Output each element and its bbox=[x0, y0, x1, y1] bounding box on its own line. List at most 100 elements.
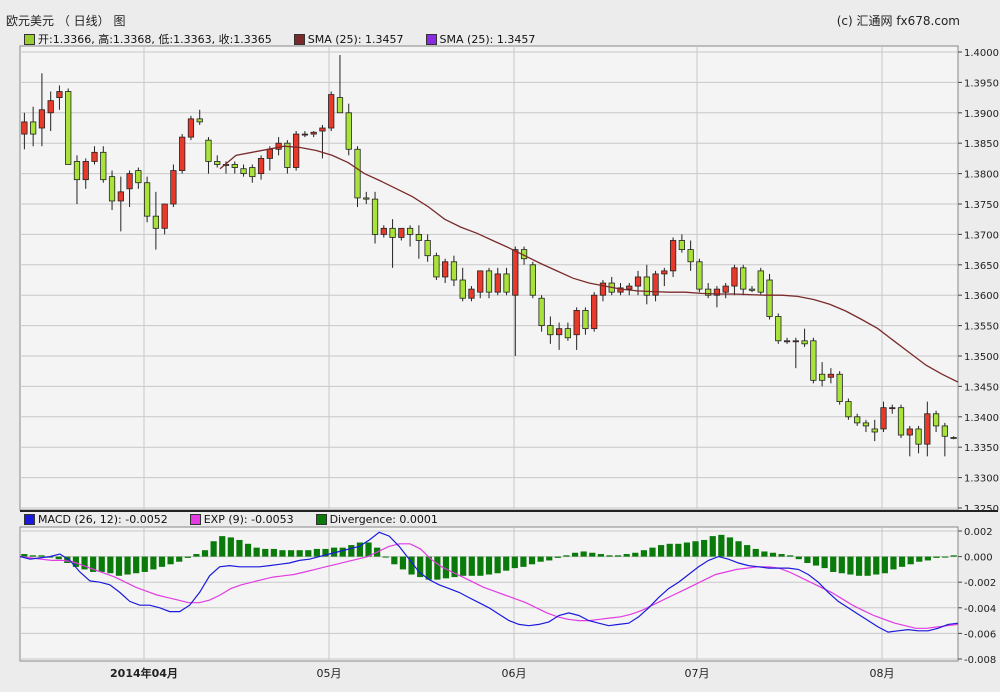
candle bbox=[108, 176, 116, 202]
macd-y-tick-label: -0.002 bbox=[964, 578, 996, 589]
candle bbox=[669, 240, 677, 272]
histogram-bar bbox=[141, 556, 148, 572]
histogram-bar bbox=[787, 555, 794, 557]
candle bbox=[47, 100, 54, 114]
histogram-bar bbox=[468, 556, 475, 576]
histogram-bar bbox=[485, 556, 493, 575]
histogram-bar bbox=[563, 555, 570, 557]
x-tick-label: 05月 bbox=[317, 667, 342, 680]
candle bbox=[740, 267, 747, 290]
histogram-bar bbox=[150, 556, 157, 570]
candle bbox=[827, 373, 835, 378]
candle bbox=[21, 121, 28, 135]
y-tick-label: 1.3650 bbox=[964, 261, 999, 272]
histogram-bar bbox=[675, 543, 682, 557]
x-tick-label: 06月 bbox=[502, 667, 527, 680]
candle bbox=[319, 127, 326, 132]
candle bbox=[477, 270, 484, 293]
histogram-bar bbox=[253, 547, 260, 557]
candle bbox=[187, 118, 195, 138]
histogram-bar bbox=[821, 556, 828, 569]
histogram-bar bbox=[399, 556, 407, 570]
histogram-bar bbox=[193, 554, 200, 557]
histogram-bar bbox=[201, 550, 209, 557]
candle bbox=[266, 148, 273, 159]
candle bbox=[257, 157, 265, 174]
y-tick-label: 1.3350 bbox=[964, 443, 999, 454]
histogram-bar bbox=[847, 556, 854, 575]
y-tick-label: 1.3400 bbox=[964, 413, 999, 424]
candle bbox=[91, 151, 98, 162]
candle bbox=[100, 151, 107, 181]
histogram-bar bbox=[296, 550, 303, 557]
histogram-bar bbox=[115, 556, 123, 576]
candle bbox=[406, 227, 414, 235]
candle bbox=[389, 227, 396, 238]
histogram-bar bbox=[348, 545, 355, 557]
candle bbox=[854, 416, 861, 424]
candle bbox=[38, 109, 46, 129]
candle bbox=[731, 267, 738, 287]
histogram-bar bbox=[244, 543, 252, 557]
histogram-bar bbox=[726, 537, 734, 557]
histogram-bar bbox=[735, 541, 742, 557]
histogram-bar bbox=[176, 556, 183, 562]
histogram-bar bbox=[795, 556, 802, 560]
histogram-bar bbox=[804, 556, 811, 563]
histogram-bar bbox=[580, 551, 587, 557]
histogram-bar bbox=[898, 556, 906, 567]
candle bbox=[196, 118, 203, 123]
candle bbox=[836, 373, 843, 402]
candle bbox=[634, 276, 642, 287]
histogram-bar bbox=[632, 552, 639, 557]
candle bbox=[564, 328, 572, 339]
macd-y-tick-label: 0.002 bbox=[964, 527, 993, 538]
candle bbox=[240, 168, 247, 174]
histogram-bar bbox=[614, 555, 622, 557]
histogram-bar bbox=[752, 548, 759, 557]
candle bbox=[152, 215, 159, 229]
y-tick-label: 1.3250 bbox=[964, 504, 999, 515]
candle bbox=[591, 294, 598, 330]
candle bbox=[310, 131, 317, 135]
histogram-bar bbox=[812, 556, 820, 566]
macd-y-tick-label: -0.008 bbox=[964, 655, 996, 666]
histogram-bar bbox=[890, 556, 897, 570]
histogram-bar bbox=[460, 556, 467, 576]
histogram-bar bbox=[313, 548, 320, 557]
histogram-bar bbox=[537, 556, 544, 562]
histogram-bar bbox=[658, 545, 665, 557]
histogram-bar bbox=[236, 539, 243, 557]
histogram-bar bbox=[227, 537, 234, 557]
histogram-bar bbox=[916, 556, 923, 562]
macd-y-tick-label: 0.000 bbox=[964, 553, 993, 564]
histogram-bar bbox=[950, 555, 957, 557]
y-tick-label: 1.3750 bbox=[964, 200, 999, 211]
histogram-bar bbox=[709, 536, 716, 557]
histogram-bar bbox=[864, 556, 871, 576]
y-tick-label: 1.4000 bbox=[964, 48, 999, 59]
histogram-bar bbox=[769, 552, 777, 557]
histogram-bar bbox=[434, 556, 441, 580]
candle bbox=[293, 133, 300, 168]
histogram-bar bbox=[29, 555, 37, 557]
histogram-bar bbox=[184, 556, 191, 558]
candle bbox=[56, 91, 63, 98]
y-tick-label: 1.3600 bbox=[964, 291, 999, 302]
candle bbox=[398, 227, 405, 238]
histogram-bar bbox=[55, 556, 62, 560]
candle bbox=[862, 422, 870, 427]
candle bbox=[143, 182, 151, 217]
histogram-bar bbox=[305, 550, 312, 557]
y-tick-label: 1.3550 bbox=[964, 322, 999, 333]
y-tick-label: 1.3500 bbox=[964, 352, 999, 363]
histogram-bar bbox=[855, 556, 863, 576]
candle bbox=[783, 340, 791, 343]
candle bbox=[117, 191, 124, 202]
candle bbox=[170, 170, 177, 205]
candle bbox=[643, 276, 650, 296]
chart-canvas: 1.4000 1.3950 1.3900 1.3850 1.3800 1.3750 1.37… bbox=[19, 45, 999, 680]
histogram-bar bbox=[881, 556, 888, 574]
candle bbox=[547, 325, 554, 336]
histogram-bar bbox=[606, 555, 613, 557]
